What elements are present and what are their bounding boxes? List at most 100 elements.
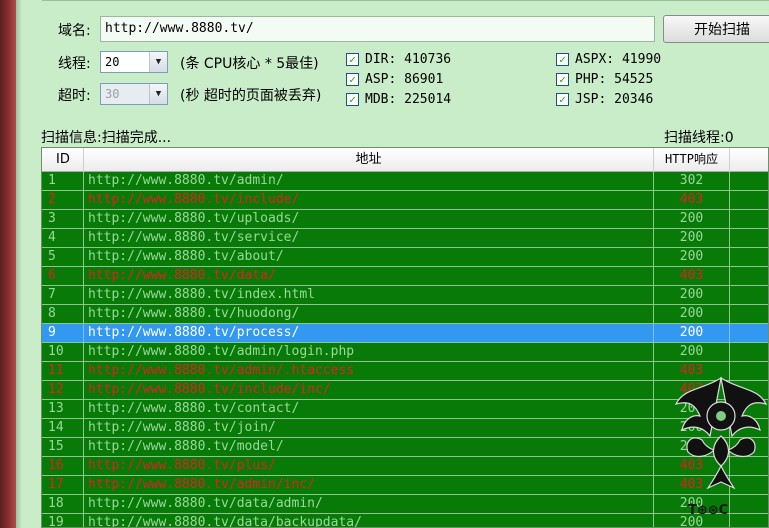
table-row[interactable]: 14http://www.8880.tv/join/200	[42, 419, 768, 438]
chevron-down-icon[interactable]: ▼	[149, 84, 167, 104]
table-row[interactable]: 16 http://www.8880.tv/plus/403	[42, 457, 768, 476]
column-header-empty	[730, 148, 768, 172]
cell-id: 18	[42, 495, 84, 514]
table-row[interactable]: 17 http://www.8880.tv/admin/inc/403	[42, 476, 768, 495]
cell-http-code: 200	[654, 248, 730, 267]
cell-url: http://www.8880.tv/plus/	[84, 457, 654, 476]
checkbox-asp-label: ASP: 86901	[365, 72, 444, 87]
checkbox-jsp-label: JSP: 20346	[575, 92, 654, 107]
checkmark-icon: ✓	[346, 73, 359, 86]
cell-http-code: 403	[654, 267, 730, 286]
cell-id: 9	[42, 324, 84, 343]
threads-label: 线程:	[58, 56, 91, 72]
domain-input[interactable]: http://www.8880.tv/	[100, 16, 655, 42]
timeout-value: 30	[105, 87, 120, 101]
watermark-text: T⊕⊛C	[688, 503, 728, 518]
cell-http-code: 200	[654, 286, 730, 305]
watermark-logo: T⊕⊛C	[674, 376, 768, 518]
threads-select[interactable]: 20 ▼	[100, 51, 168, 73]
cell-id: 13	[42, 400, 84, 419]
cell-empty	[730, 172, 768, 191]
checkbox-aspx[interactable]: ✓ ASPX: 41990	[556, 52, 661, 67]
cell-id: 16	[42, 457, 84, 476]
table-row[interactable]: 12 http://www.8880.tv/include/inc/403	[42, 381, 768, 400]
cell-url: http://www.8880.tv/include/inc/	[84, 381, 654, 400]
start-scan-button[interactable]: 开始扫描	[663, 15, 769, 43]
cell-id: 15	[42, 438, 84, 457]
table-row[interactable]: 19 http://www.8880.tv/data/backupdata/200	[42, 514, 768, 527]
cell-id: 3	[42, 210, 84, 229]
cell-empty	[730, 191, 768, 210]
cell-url: http://www.8880.tv/about/	[84, 248, 654, 267]
checkmark-icon: ✓	[346, 53, 359, 66]
column-header-http[interactable]: HTTP响应	[654, 148, 730, 172]
checkbox-asp[interactable]: ✓ ASP: 86901	[346, 72, 443, 87]
checkbox-mdb-label: MDB: 225014	[365, 92, 452, 107]
cell-url: http://www.8880.tv/service/	[84, 229, 654, 248]
table-row[interactable]: 6 http://www.8880.tv/data/403	[42, 267, 768, 286]
cell-id: 6	[42, 267, 84, 286]
table-row[interactable]: 1 http://www.8880.tv/admin/302	[42, 172, 768, 191]
timeout-select[interactable]: 30 ▼	[100, 83, 168, 105]
cell-http-code: 403	[654, 191, 730, 210]
cell-url: http://www.8880.tv/contact/	[84, 400, 654, 419]
cell-id: 2	[42, 191, 84, 210]
checkbox-dir[interactable]: ✓ DIR: 410736	[346, 52, 451, 67]
table-row-selected[interactable]: 9 http://www.8880.tv/process/200	[42, 324, 768, 343]
cell-url: http://www.8880.tv/admin/login.php	[84, 343, 654, 362]
table-row[interactable]: 15http://www.8880.tv/model/200	[42, 438, 768, 457]
scan-info-status: 扫描信息:扫描完成...	[41, 130, 172, 146]
cell-id: 17	[42, 476, 84, 495]
cell-id: 10	[42, 343, 84, 362]
table-row[interactable]: 2 http://www.8880.tv/include/403	[42, 191, 768, 210]
cell-empty	[730, 248, 768, 267]
table-row[interactable]: 7 http://www.8880.tv/index.html 200	[42, 286, 768, 305]
checkbox-aspx-label: ASPX: 41990	[575, 52, 662, 67]
window-top-border	[42, 0, 769, 3]
cell-url: http://www.8880.tv/admin/	[84, 172, 654, 191]
table-row[interactable]: 3 http://www.8880.tv/uploads/200	[42, 210, 768, 229]
table-row[interactable]: 4 http://www.8880.tv/service/200	[42, 229, 768, 248]
threads-hint: (条 CPU核心 * 5最佳)	[180, 56, 319, 72]
cell-url: http://www.8880.tv/admin/.htaccess	[84, 362, 654, 381]
cell-url: http://www.8880.tv/data/	[84, 267, 654, 286]
table-row[interactable]: 18 http://www.8880.tv/data/admin/200	[42, 495, 768, 514]
cell-empty	[730, 286, 768, 305]
cell-id: 7	[42, 286, 84, 305]
cell-url: http://www.8880.tv/admin/inc/	[84, 476, 654, 495]
cell-http-code: 200	[654, 210, 730, 229]
table-row[interactable]: 10 http://www.8880.tv/admin/login.php 200	[42, 343, 768, 362]
table-row[interactable]: 8 http://www.8880.tv/huodong/200	[42, 305, 768, 324]
results-table[interactable]: ID 地址 HTTP响应 1 http://www.8880.tv/admin/3…	[41, 147, 769, 528]
cell-url: http://www.8880.tv/index.html	[84, 286, 654, 305]
cell-http-code: 200	[654, 229, 730, 248]
cell-url: http://www.8880.tv/model/	[84, 438, 654, 457]
cell-id: 8	[42, 305, 84, 324]
table-body: 1 http://www.8880.tv/admin/302 2 http://www…	[42, 172, 768, 527]
checkbox-mdb[interactable]: ✓ MDB: 225014	[346, 92, 451, 107]
cell-empty	[730, 267, 768, 286]
cell-empty	[730, 305, 768, 324]
table-row[interactable]: 13 http://www.8880.tv/contact/200	[42, 400, 768, 419]
column-header-url[interactable]: 地址	[84, 148, 654, 172]
chevron-down-icon[interactable]: ▼	[149, 52, 167, 72]
checkmark-icon: ✓	[556, 73, 569, 86]
cell-id: 19	[42, 514, 84, 527]
cell-url: http://www.8880.tv/uploads/	[84, 210, 654, 229]
checkmark-icon: ✓	[556, 93, 569, 106]
desktop-background-strip	[0, 0, 22, 528]
scanner-window: 域名: http://www.8880.tv/ 开始扫描 线程: 20 ▼ (条…	[22, 0, 769, 528]
cell-url: http://www.8880.tv/data/backupdata/	[84, 514, 654, 527]
column-header-id[interactable]: ID	[42, 148, 84, 172]
cell-url: http://www.8880.tv/join/	[84, 419, 654, 438]
checkbox-jsp[interactable]: ✓ JSP: 20346	[556, 92, 653, 107]
table-row[interactable]: 11 http://www.8880.tv/admin/.htaccess 403	[42, 362, 768, 381]
cell-id: 4	[42, 229, 84, 248]
table-row[interactable]: 5 http://www.8880.tv/about/200	[42, 248, 768, 267]
timeout-hint: (秒 超时的页面被丢弃)	[180, 88, 322, 104]
cell-empty	[730, 229, 768, 248]
cell-http-code: 200	[654, 305, 730, 324]
checkmark-icon: ✓	[556, 53, 569, 66]
checkbox-php[interactable]: ✓ PHP: 54525	[556, 72, 653, 87]
cell-empty	[730, 210, 768, 229]
